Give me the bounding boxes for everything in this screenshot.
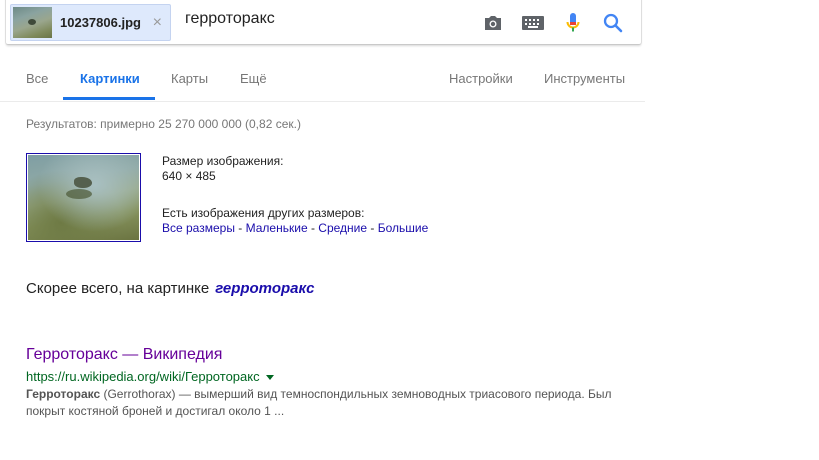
tab-images[interactable]: Картинки xyxy=(80,71,140,86)
thumbnail-shadow xyxy=(66,189,92,199)
size-link-small[interactable]: Маленькие xyxy=(246,221,308,235)
keyboard-icon[interactable] xyxy=(521,11,545,35)
best-guess: Скорее всего, на картинке герроторакс xyxy=(26,280,314,297)
snippet-bold-term: Герроторакс xyxy=(26,387,101,401)
search-image-chip[interactable]: 10237806.jpg × xyxy=(10,4,171,41)
active-tab-indicator xyxy=(63,97,155,100)
tab-maps[interactable]: Карты xyxy=(171,71,208,86)
search-icon[interactable] xyxy=(601,11,625,35)
tools-link[interactable]: Инструменты xyxy=(544,71,625,86)
settings-link[interactable]: Настройки xyxy=(449,71,513,86)
size-link-medium[interactable]: Средние xyxy=(318,221,367,235)
chip-thumbnail xyxy=(13,7,52,38)
result-snippet: Герроторакс (Gerrothorax) — вымерший вид… xyxy=(26,386,636,420)
image-size-value: 640 × 485 xyxy=(162,169,216,183)
search-box[interactable]: 10237806.jpg × герроторакс xyxy=(6,0,641,44)
image-size-label: Размер изображения: xyxy=(162,154,284,168)
best-guess-label: Скорее всего, на картинке xyxy=(26,280,210,297)
best-guess-link[interactable]: герроторакс xyxy=(215,280,314,297)
chip-close-icon[interactable]: × xyxy=(153,14,162,32)
result-title-link[interactable]: Герроторакс — Википедия xyxy=(26,346,222,364)
image-thumbnail[interactable] xyxy=(26,153,141,242)
chip-filename: 10237806.jpg xyxy=(60,15,141,30)
search-tabs: Все Картинки Карты Ещё Настройки Инструм… xyxy=(0,58,645,102)
search-input[interactable]: герроторакс xyxy=(185,10,275,28)
camera-icon[interactable] xyxy=(481,11,505,35)
size-link-separator: - xyxy=(307,221,319,235)
microphone-icon[interactable] xyxy=(561,11,585,35)
size-link-all[interactable]: Все размеры xyxy=(162,221,235,235)
tab-more[interactable]: Ещё xyxy=(240,71,267,86)
thumbnail-picture xyxy=(28,155,139,240)
size-links: Все размеры - Маленькие - Средние - Боль… xyxy=(162,221,428,235)
result-url: https://ru.wikipedia.org/wiki/Герроторак… xyxy=(26,369,260,384)
other-sizes-label: Есть изображения других размеров: xyxy=(162,206,365,220)
size-link-separator: - xyxy=(367,221,378,235)
tab-all[interactable]: Все xyxy=(26,71,48,86)
result-menu-arrow-icon[interactable] xyxy=(265,375,274,381)
size-link-large[interactable]: Большие xyxy=(378,221,429,235)
result-stats: Результатов: примерно 25 270 000 000 (0,… xyxy=(26,117,301,131)
size-link-separator: - xyxy=(234,221,246,235)
result-url-row: https://ru.wikipedia.org/wiki/Герроторак… xyxy=(26,369,274,384)
snippet-text: (Gerrothorax) — вымерший вид темноспонди… xyxy=(26,387,612,418)
thumbnail-subject xyxy=(74,177,92,188)
